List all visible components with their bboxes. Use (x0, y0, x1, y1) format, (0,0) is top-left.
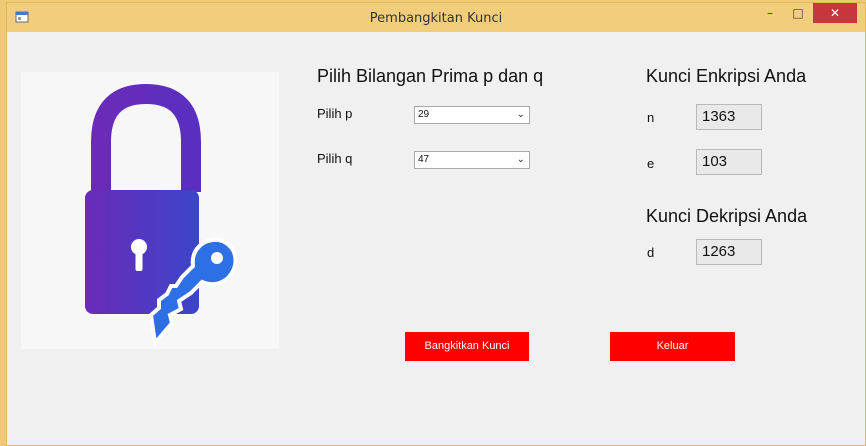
e-value-field: 103 (696, 149, 762, 175)
form-client-area: Pilih Bilangan Prima p dan q Pilih p 29 … (7, 32, 865, 445)
minimize-button[interactable]: – (757, 3, 783, 23)
d-value-field: 1263 (696, 239, 762, 265)
lock-illustration-panel (21, 72, 279, 349)
pilih-p-label: Pilih p (317, 106, 353, 121)
n-label: n (647, 110, 655, 125)
close-button[interactable]: ✕ (813, 3, 857, 23)
n-value-field: 1363 (696, 104, 762, 130)
d-label: d (647, 245, 655, 260)
e-label: e (647, 156, 655, 171)
decryption-key-heading: Kunci Dekripsi Anda (646, 206, 808, 226)
maximize-button[interactable]: □ (785, 3, 811, 23)
window-title: Pembangkitan Kunci (369, 11, 503, 26)
padlock-with-key-icon (85, 83, 238, 348)
app-window: Pembangkitan Kunci – □ ✕ Pilih Bilangan … (6, 2, 866, 446)
pilih-q-value: 47 (418, 154, 430, 165)
pilih-q-dropdown[interactable]: 47 ⌄ (414, 151, 530, 169)
prime-section-heading: Pilih Bilangan Prima p dan q (317, 66, 544, 86)
pilih-p-dropdown[interactable]: 29 ⌄ (414, 106, 530, 124)
encryption-key-heading: Kunci Enkripsi Anda (646, 66, 807, 86)
exit-button[interactable]: Keluar (610, 332, 735, 361)
title-bar[interactable]: Pembangkitan Kunci – □ ✕ (7, 3, 865, 32)
chevron-down-icon[interactable]: ⌄ (517, 107, 525, 123)
pilih-p-value: 29 (418, 109, 430, 120)
generate-key-button[interactable]: Bangkitkan Kunci (405, 332, 529, 361)
chevron-down-icon[interactable]: ⌄ (517, 152, 525, 168)
pilih-q-label: Pilih q (317, 151, 353, 166)
